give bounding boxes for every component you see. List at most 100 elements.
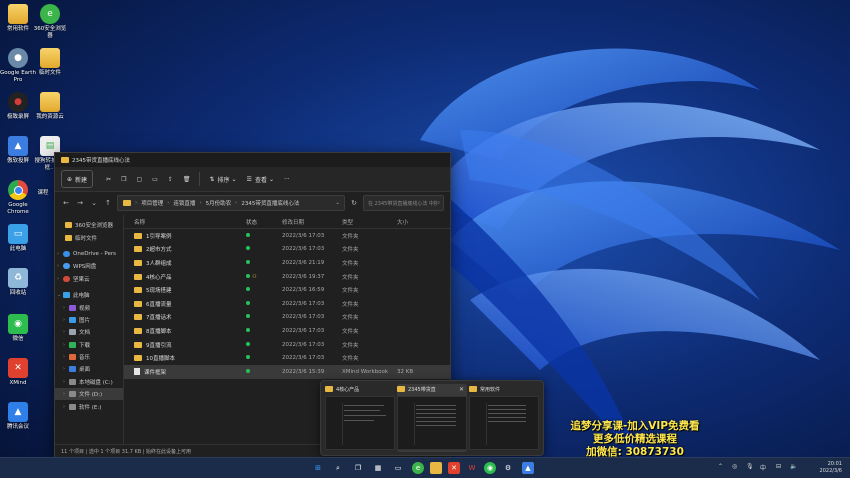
desktop-icon-google-earth[interactable]: ● Google Earth Pro — [0, 48, 36, 83]
desktop-icon-chrome[interactable]: Google Chrome — [0, 180, 36, 215]
nav-item-jianguoyun[interactable]: › 坚果云 — [55, 273, 123, 285]
refresh-icon[interactable]: ↻ — [349, 199, 359, 207]
toolbar-divider — [199, 172, 201, 186]
back-arrow-icon[interactable]: ← — [61, 199, 71, 207]
breadcrumb-item[interactable]: 项目管理 — [141, 199, 163, 207]
column-header-status[interactable]: 状态 — [246, 218, 282, 226]
nav-item-drive-c[interactable]: › 本地磁盘 (C:) — [55, 376, 123, 388]
app-icon[interactable]: ▲ — [522, 462, 534, 474]
breadcrumb-item[interactable]: 5月份助农 — [206, 199, 232, 207]
wechat-icon[interactable]: ◉ — [484, 462, 496, 474]
nav-item-wps-drive[interactable]: › WPS网盘 — [55, 260, 123, 272]
table-row-selected[interactable]: 课件框架 2022/3/6 15:39 XMind Workbook 32 KB — [124, 364, 450, 379]
search-icon[interactable]: ⌕ — [332, 462, 344, 474]
view-button[interactable]: ☰ 查看 ⌄ — [242, 171, 279, 187]
input-language[interactable]: 中 — [760, 463, 766, 472]
desktop-icon-this-pc[interactable]: ▭ 此电脑 — [0, 224, 36, 253]
volume-icon[interactable]: 🔈 — [790, 463, 797, 470]
nav-item-temp-files[interactable]: 临时文件 — [55, 231, 123, 243]
file-explorer-icon[interactable] — [430, 462, 442, 474]
column-header-type[interactable]: 类型 — [342, 218, 397, 226]
nav-item-onedrive[interactable]: › OneDrive - Pers — [55, 248, 123, 260]
desktop-icon-xmind[interactable]: ✕ XMind — [0, 358, 36, 387]
share-button[interactable]: ⇪ — [163, 171, 178, 187]
paste-button[interactable]: ▢ — [131, 171, 147, 187]
chevron-down-icon[interactable]: ⌄ — [335, 200, 344, 206]
chat-icon[interactable]: ▭ — [392, 462, 404, 474]
cut-button[interactable]: ✂ — [101, 171, 116, 187]
desktop-icon-screen-cast[interactable]: ▲ 傲软投屏 — [0, 136, 36, 165]
delete-button[interactable]: 🗑 — [178, 171, 196, 187]
folder-icon — [469, 386, 477, 392]
desktop-icon-360-browser[interactable]: e 360安全浏览器 — [32, 4, 68, 39]
table-row[interactable]: 1引导案例 2022/3/6 17:03 文件夹 — [124, 229, 450, 243]
table-row[interactable]: 6直播流量 2022/3/6 17:03 文件夹 — [124, 297, 450, 311]
nav-item-downloads[interactable]: › 下载 — [55, 339, 123, 351]
nav-item-documents[interactable]: › 文档 — [55, 326, 123, 338]
rename-button[interactable]: ▭ — [147, 171, 163, 187]
desktop-icon-course[interactable]: 课程 — [30, 190, 56, 197]
nav-item-this-pc[interactable]: ⌄ 此电脑 — [55, 289, 123, 301]
address-bar[interactable]: › 项目管理 › 连锁直播 › 5月份助农 › 2345带货直播底线心法 ⌄ — [117, 195, 345, 211]
table-row[interactable]: 8直播脚本 2022/3/6 17:03 文件夹 — [124, 324, 450, 338]
table-row[interactable]: 3人群组成 2022/3/6 21:19 文件夹 — [124, 256, 450, 270]
breadcrumb-item[interactable]: 连锁直播 — [173, 199, 195, 207]
table-row[interactable]: 2超市方式 2022/3/6 17:03 文件夹 — [124, 243, 450, 257]
desktop-icon-temp-files[interactable]: 临时文件 — [32, 48, 68, 77]
table-row[interactable]: 4核心产品 ⚇ 2022/3/6 19:37 文件夹 — [124, 270, 450, 284]
windows-start-icon[interactable]: ⊞ — [312, 462, 324, 474]
settings-gear-icon[interactable]: ⚙ — [502, 462, 514, 474]
nav-item-pictures[interactable]: › 图片 — [55, 314, 123, 326]
chevron-down-icon[interactable]: ⌄ — [89, 199, 99, 207]
forward-arrow-icon[interactable]: → — [75, 199, 85, 207]
close-icon[interactable]: ✕ — [459, 386, 467, 393]
desktop-icon-tencent-meeting[interactable]: ▲ 腾讯会议 — [0, 402, 36, 431]
thumbnail-window-3[interactable]: 常用软件 — [469, 384, 539, 452]
microphone-icon[interactable]: 🎙 — [746, 463, 754, 470]
network-icon[interactable]: ⊟ — [776, 463, 781, 470]
desktop-icon-wechat[interactable]: ◉ 微信 — [0, 314, 36, 343]
table-row[interactable]: 5现场搭建 2022/3/6 16:59 文件夹 — [124, 283, 450, 297]
widgets-icon[interactable]: ▦ — [372, 462, 384, 474]
column-header-size[interactable]: 大小 — [397, 218, 437, 226]
search-input[interactable]: 在 2345带货直播底线心法 中搜索 ⌕ — [363, 195, 444, 211]
system-clock[interactable]: 20:01 2022/3/6 — [820, 461, 842, 475]
new-button[interactable]: ⊕ 新建 — [61, 170, 94, 188]
thumbnail-image — [397, 396, 467, 450]
nav-item-music[interactable]: › 音乐 — [55, 351, 123, 363]
thumbnail-window-1[interactable]: 4核心产品 — [325, 384, 395, 452]
desktop-icon-my-cloud[interactable]: 我的资源云 — [32, 92, 68, 121]
task-view-icon[interactable]: ❐ — [352, 462, 364, 474]
chevron-down-icon: ⌄ — [268, 175, 274, 183]
desktop-icon-common-software[interactable]: 常用软件 — [0, 4, 36, 33]
shield-icon[interactable]: ◎ — [732, 463, 737, 470]
desktop-icon-recycle-bin[interactable]: ♻ 回收站 — [0, 268, 36, 297]
breadcrumb-item[interactable]: 2345带货直播底线心法 — [241, 199, 299, 207]
desktop-icon-screen-recorder[interactable]: ● 极致录屏 — [0, 92, 36, 121]
chevron-up-icon[interactable]: ⌃ — [718, 463, 723, 470]
nav-item-360-browser[interactable]: 360安全浏览器 — [55, 219, 123, 231]
table-row[interactable]: 10直播脚本 2022/3/6 17:03 文件夹 — [124, 351, 450, 365]
column-header-date[interactable]: 修改日期 — [282, 218, 342, 226]
nav-item-drive-e[interactable]: › 软件 (E:) — [55, 400, 123, 412]
download-icon — [69, 341, 76, 348]
table-row[interactable]: 7直播话术 2022/3/6 17:03 文件夹 — [124, 311, 450, 325]
column-header-name[interactable]: 名称 — [124, 218, 246, 226]
wps-icon[interactable]: W — [466, 462, 478, 474]
table-row[interactable]: 9直播引流 2022/3/6 17:03 文件夹 — [124, 338, 450, 352]
folder-icon — [134, 273, 142, 280]
xmind-icon[interactable]: ✕ — [448, 462, 460, 474]
more-button[interactable]: ··· — [279, 171, 295, 187]
browser-360-icon[interactable]: e — [412, 462, 424, 474]
address-row: ← → ⌄ ↑ › 项目管理 › 连锁直播 › 5月份助农 › 2345带货直播… — [55, 192, 450, 214]
nav-item-desktop[interactable]: › 桌面 — [55, 363, 123, 375]
nav-item-drive-d[interactable]: › 文件 (D:) — [55, 388, 123, 401]
explorer-titlebar[interactable]: 2345带货直播底线心法 — [55, 153, 450, 167]
sort-button[interactable]: ⇅ 排序 ⌄ — [204, 171, 241, 187]
sync-status-icon — [246, 246, 250, 251]
sync-status-icon — [246, 327, 250, 332]
thumbnail-window-2[interactable]: 2345带货直 ✕ — [397, 384, 467, 452]
copy-button[interactable]: ❐ — [116, 171, 131, 187]
nav-item-videos[interactable]: › 视频 — [55, 301, 123, 313]
up-arrow-icon[interactable]: ↑ — [103, 199, 113, 207]
